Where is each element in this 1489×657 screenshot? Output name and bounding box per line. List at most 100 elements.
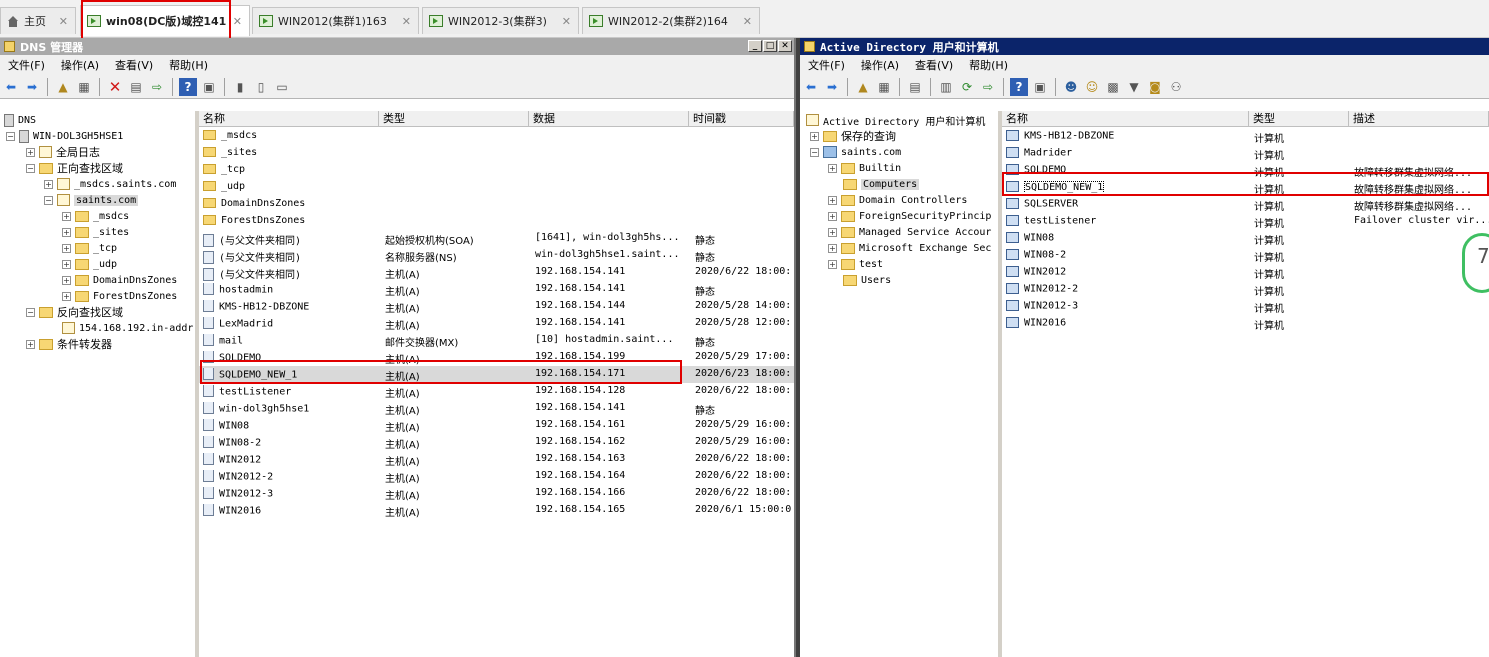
table-row[interactable]: WIN2012-3 主机(A) 192.168.154.166 2020/6/22 1… [199,485,794,502]
close-icon[interactable]: ✕ [233,15,242,28]
show-tree-icon[interactable]: ▦ [75,78,93,96]
filter-icon[interactable]: ▼ [1125,78,1143,96]
tree-node-reverse-zones[interactable]: − 反向查找区域 [26,304,123,320]
menu-help[interactable]: 帮助(H) [169,57,208,73]
table-row[interactable]: WIN2012 主机(A) 192.168.154.163 2020/6/22 18:… [199,451,794,468]
tree-node-server[interactable]: − WIN-DOL3GH5HSE1 [6,128,123,144]
tab-win08-dc[interactable]: win08(DC版)域控141 ✕ [80,5,250,36]
menu-action[interactable]: 操作(A) [861,57,899,73]
zone-icon[interactable]: ▭ [273,78,291,96]
column-header-data[interactable]: 数据 [529,111,689,127]
expand-icon[interactable]: + [828,259,837,269]
expand-icon[interactable]: + [26,147,35,157]
up-folder-icon[interactable]: ▲ [854,78,872,96]
tree-node-saved-queries[interactable]: + 保存的查询 [810,128,896,144]
close-button[interactable]: ✕ [778,40,792,52]
table-row[interactable]: win-dol3gh5hse1 主机(A) 192.168.154.141 静态 [199,400,794,417]
table-row[interactable]: WIN08-2 计算机 [1002,247,1489,264]
console-icon[interactable]: ▣ [1031,78,1049,96]
floating-gauge-widget[interactable]: 7 [1462,233,1489,293]
collapse-icon[interactable]: − [26,307,35,317]
table-row[interactable]: SQLDEMO_NEW_1 计算机 故障转移群集虚拟网络... [1002,179,1489,196]
table-row[interactable]: testListener 计算机 Failover cluster vir... [1002,213,1489,230]
export-icon[interactable]: ⇨ [979,78,997,96]
tree-node-udp[interactable]: + _udp [62,256,117,272]
properties-icon[interactable]: ▥ [937,78,955,96]
table-row[interactable]: (与父文件夹相同) 名称服务器(NS) win-dol3gh5hse1.saint.… [199,247,794,264]
table-row[interactable]: WIN2016 计算机 [1002,315,1489,332]
close-icon[interactable]: ✕ [743,15,752,28]
table-row[interactable]: KMS-HB12-DBZONE 主机(A) 192.168.154.144 2020/… [199,298,794,315]
expand-icon[interactable]: + [62,291,71,301]
expand-icon[interactable]: + [828,227,837,237]
tree-node-saints-domain[interactable]: − saints.com [810,144,901,160]
tab-win2012-cluster1[interactable]: WIN2012(集群1)163 ✕ [252,7,419,34]
help-icon[interactable]: ? [179,77,197,96]
expand-icon[interactable]: + [26,339,35,349]
expand-icon[interactable]: + [828,211,837,221]
back-icon[interactable]: ⬅ [2,78,20,96]
expand-icon[interactable]: + [62,259,71,269]
table-row[interactable]: ForestDnsZones [199,213,794,230]
delete-icon[interactable]: ✕ [106,78,124,96]
table-row[interactable]: SQLDEMO 计算机 故障转移群集虚拟网络... [1002,162,1489,179]
table-row[interactable]: DomainDnsZones [199,196,794,213]
table-row[interactable]: SQLSERVER 计算机 故障转移群集虚拟网络... [1002,196,1489,213]
expand-icon[interactable]: + [810,131,819,141]
record-icon[interactable]: ▯ [252,78,270,96]
table-row[interactable]: (与父文件夹相同) 起始授权机构(SOA) [1641], win-dol3gh5h… [199,230,794,247]
collapse-icon[interactable]: − [26,163,35,173]
new-group-icon[interactable]: ☺ [1083,78,1101,96]
table-row[interactable]: _sites [199,145,794,162]
expand-icon[interactable]: + [828,243,837,253]
menu-file[interactable]: 文件(F) [808,57,845,73]
column-header-type[interactable]: 类型 [379,111,529,127]
close-icon[interactable]: ✕ [402,15,411,28]
column-header-description[interactable]: 描述 [1349,111,1489,127]
table-row[interactable]: SQLDEMO_NEW_1 主机(A) 192.168.154.171 2020/6/… [199,366,794,383]
column-header-timestamp[interactable]: 时间戳 [689,111,794,127]
table-row[interactable]: WIN2012-2 主机(A) 192.168.154.164 2020/6/22 1… [199,468,794,485]
column-header-name[interactable]: 名称 [199,111,379,127]
tree-node-foreign-security[interactable]: + ForeignSecurityPrincip [828,208,991,224]
properties-icon[interactable]: ▤ [127,78,145,96]
forward-icon[interactable]: ➡ [823,78,841,96]
tree-node-aduc-root[interactable]: Active Directory 用户和计算机 [806,112,985,128]
tree-node-forestdnszones[interactable]: + ForestDnsZones [62,288,177,304]
tree-node-reverse-zone[interactable]: 154.168.192.in-addr [62,320,193,336]
table-row[interactable]: _msdcs [199,128,794,145]
tree-node-conditional-forwarders[interactable]: + 条件转发器 [26,336,112,352]
tree-node-sites[interactable]: + _sites [62,224,129,240]
tree-node-dns[interactable]: DNS [4,112,36,128]
table-row[interactable]: mail 邮件交换器(MX) [10] hostadmin.saint... 静态 [199,332,794,349]
tree-node-users[interactable]: Users [843,272,891,288]
menu-file[interactable]: 文件(F) [8,57,45,73]
menu-action[interactable]: 操作(A) [61,57,99,73]
table-row[interactable]: Madrider 计算机 [1002,145,1489,162]
tree-node-forward-zones[interactable]: − 正向查找区域 [26,160,123,176]
close-icon[interactable]: ✕ [59,15,68,28]
table-row[interactable]: WIN2012-3 计算机 [1002,298,1489,315]
tree-node-test[interactable]: + test [828,256,883,272]
expand-icon[interactable]: + [62,243,71,253]
table-row[interactable]: WIN2016 主机(A) 192.168.154.165 2020/6/1 15:0… [199,502,794,519]
tree-node-tcp[interactable]: + _tcp [62,240,117,256]
new-user-icon[interactable]: ☻ [1062,78,1080,96]
console-icon[interactable]: ▣ [200,78,218,96]
tree-node-managed-service[interactable]: + Managed Service Accour [828,224,991,240]
tree-node-msdcs[interactable]: + _msdcs [62,208,129,224]
expand-icon[interactable]: + [62,211,71,221]
tree-node-msdcs-zone[interactable]: + _msdcs.saints.com [44,176,176,192]
table-row[interactable]: WIN2012-2 计算机 [1002,281,1489,298]
table-row[interactable]: KMS-HB12-DBZONE 计算机 [1002,128,1489,145]
export-icon[interactable]: ⇨ [148,78,166,96]
menu-view[interactable]: 查看(V) [115,57,153,73]
refresh-icon[interactable]: ⟳ [958,78,976,96]
table-row[interactable]: WIN08 计算机 [1002,230,1489,247]
collapse-icon[interactable]: − [44,195,53,205]
table-row[interactable]: _udp [199,179,794,196]
show-tree-icon[interactable]: ▦ [875,78,893,96]
up-folder-icon[interactable]: ▲ [54,78,72,96]
table-row[interactable]: hostadmin 主机(A) 192.168.154.141 静态 [199,281,794,298]
tree-node-domaindnszones[interactable]: + DomainDnsZones [62,272,177,288]
